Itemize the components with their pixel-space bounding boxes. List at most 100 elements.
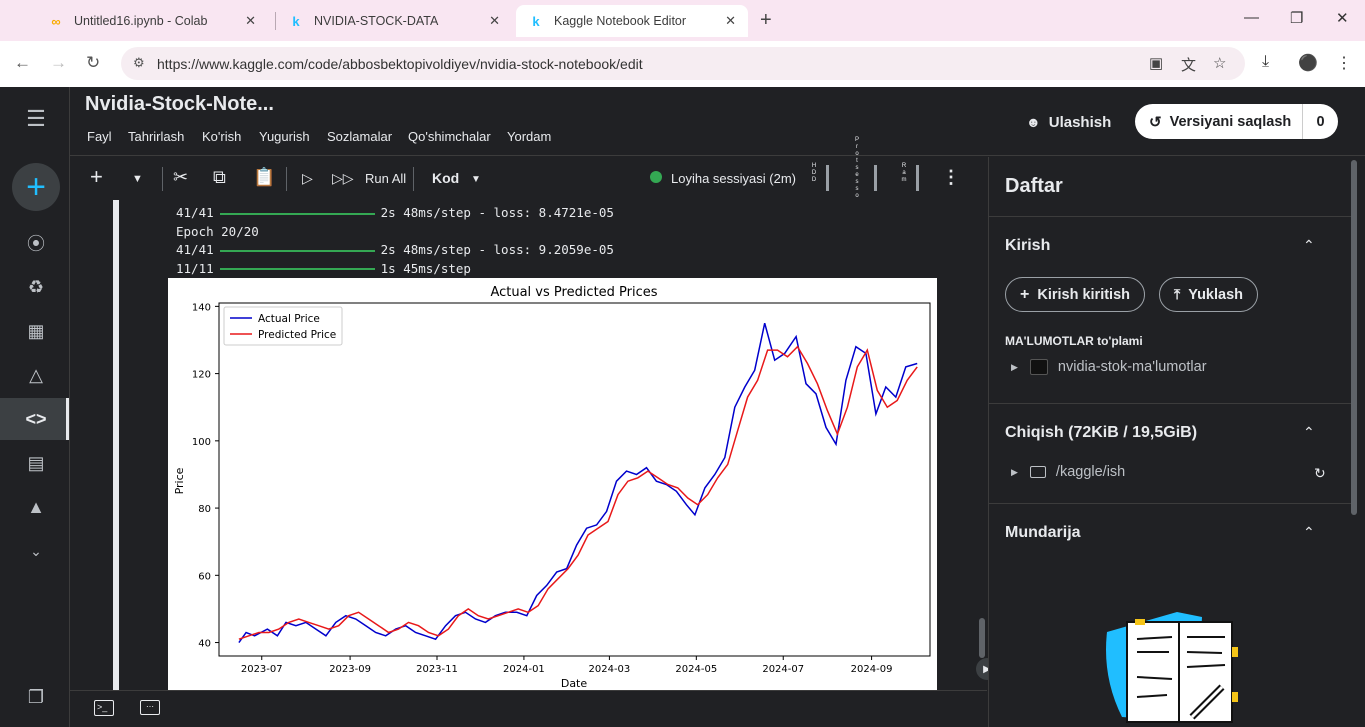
table-icon[interactable]: ▦: [24, 319, 48, 343]
chevron-down-icon[interactable]: ⌄: [24, 539, 48, 563]
output-section-title[interactable]: Chiqish (72KiB / 19,5GiB): [1005, 424, 1197, 442]
reload-icon[interactable]: ↻: [86, 53, 100, 73]
dataset-tree-item[interactable]: ▶ nvidia-stok-ma'lumotlar: [1011, 359, 1207, 375]
x-tick-label: 2023-09: [329, 664, 371, 675]
chevron-up-icon[interactable]: ⌃: [1303, 424, 1315, 441]
y-axis-label: Price: [173, 467, 186, 494]
add-input-button[interactable]: + Kirish kiritish: [1005, 277, 1146, 312]
profile-avatar[interactable]: ⚫: [1298, 53, 1318, 73]
ram-label: Ram: [901, 163, 907, 183]
nvidia-logo-icon: [1029, 359, 1048, 375]
install-app-icon[interactable]: ▣: [1149, 54, 1163, 72]
minimize-button[interactable]: —: [1244, 9, 1259, 26]
log-epoch: Epoch 20/20: [176, 223, 259, 239]
output-tree-item[interactable]: ▶ /kaggle/ish: [1011, 464, 1125, 480]
models-icon[interactable]: △: [24, 363, 48, 387]
toolbar-divider: [413, 167, 414, 191]
add-cell-icon[interactable]: +: [90, 164, 103, 190]
notebook-scrollbar[interactable]: [979, 618, 985, 658]
run-cell-icon[interactable]: ▷: [302, 170, 313, 187]
copy-icon[interactable]: ⧉: [213, 167, 226, 188]
maximize-button[interactable]: ❐: [1290, 9, 1303, 27]
back-icon[interactable]: ←: [14, 53, 31, 73]
share-label: Ulashish: [1048, 113, 1112, 131]
chevron-down-icon[interactable]: ▼: [132, 173, 143, 185]
menu-help[interactable]: Yordam: [507, 129, 551, 144]
cpu-meter: [874, 165, 877, 191]
close-window-button[interactable]: ✕: [1336, 9, 1349, 27]
caret-right-icon[interactable]: ▶: [1011, 362, 1018, 373]
chevron-down-icon[interactable]: ▼: [471, 174, 481, 185]
terminal-icon[interactable]: >_: [94, 700, 114, 716]
discussion-icon[interactable]: ▤: [24, 451, 48, 475]
x-tick-label: 2023-07: [241, 664, 283, 675]
translate-icon[interactable]: 文: [1181, 54, 1196, 75]
close-icon[interactable]: ✕: [725, 13, 736, 29]
log-line: 11/11 1s 45ms/step: [176, 260, 614, 279]
notebook-title[interactable]: Nvidia-Stock-Note...: [85, 93, 274, 116]
datasets-label: MA'LUMOTLAR to'plami: [1005, 334, 1143, 348]
learn-icon[interactable]: ▲: [24, 495, 48, 519]
input-section-title[interactable]: Kirish: [1005, 237, 1050, 255]
trophy-icon[interactable]: ♻: [24, 275, 48, 299]
x-tick-label: 2023-11: [416, 664, 458, 675]
caret-right-icon[interactable]: ▶: [1011, 467, 1018, 478]
menu-edit[interactable]: Tahrirlash: [128, 129, 184, 144]
browser-tab-nvidia-data[interactable]: k NVIDIA-STOCK-DATA ✕: [276, 5, 512, 37]
chevron-up-icon[interactable]: ⌃: [1303, 524, 1315, 541]
tab-title: Kaggle Notebook Editor: [554, 14, 687, 28]
run-all-icon[interactable]: ▷▷: [332, 170, 354, 187]
menu-settings[interactable]: Sozlamalar: [327, 129, 392, 144]
site-info-icon[interactable]: ⚙: [133, 55, 145, 71]
plot-frame: [218, 302, 931, 657]
forward-icon[interactable]: →: [50, 53, 67, 73]
close-icon[interactable]: ✕: [245, 13, 256, 29]
refresh-icon[interactable]: ↻: [1314, 465, 1326, 482]
plus-icon: +: [1020, 285, 1030, 303]
log-metrics: 2s 48ms/step - loss: 8.4721e-05: [380, 205, 614, 220]
panel-title: Daftar: [1005, 175, 1063, 197]
hamburger-menu-icon[interactable]: ☰: [24, 106, 48, 131]
version-count: 0: [1302, 104, 1338, 139]
notifications-icon[interactable]: ❐: [24, 685, 48, 709]
menu-file[interactable]: Fayl: [87, 129, 112, 144]
compass-icon[interactable]: ⦿: [24, 231, 48, 255]
log-step: 11/11: [176, 260, 214, 276]
code-icon[interactable]: <>: [24, 407, 48, 431]
x-tick-label: 2024-03: [589, 664, 631, 675]
menu-addons[interactable]: Qo'shimchalar: [408, 129, 491, 144]
paste-icon[interactable]: 📋: [253, 167, 275, 188]
x-tick-label: 2024-01: [503, 664, 545, 675]
cut-icon[interactable]: ✂: [173, 167, 188, 188]
address-bar-row: ← → ↻ ⚙ https://www.kaggle.com/code/abbo…: [0, 41, 1365, 87]
url-field[interactable]: ⚙ https://www.kaggle.com/code/abbosbekto…: [121, 47, 1245, 80]
session-status[interactable]: Loyiha sessiyasi (2m): [671, 171, 796, 186]
close-icon[interactable]: ✕: [489, 13, 500, 29]
upload-button[interactable]: ⤒ Yuklash: [1159, 277, 1259, 312]
save-version-button[interactable]: ↺ Versiyani saqlash 0: [1135, 104, 1338, 139]
panel-scrollbar[interactable]: [1351, 160, 1357, 515]
menu-run[interactable]: Yugurish: [259, 129, 310, 144]
bookmark-star-icon[interactable]: ☆: [1213, 54, 1226, 72]
output-folder-name: /kaggle/ish: [1055, 464, 1126, 480]
more-options-icon[interactable]: ⋮: [942, 167, 960, 188]
browser-tab-kaggle-editor[interactable]: k Kaggle Notebook Editor ✕: [516, 5, 748, 37]
download-icon[interactable]: ⤓: [1262, 53, 1269, 71]
cell-type-select[interactable]: Kod: [432, 170, 459, 186]
browser-menu-icon[interactable]: ⋮: [1336, 53, 1352, 73]
create-button[interactable]: +: [12, 163, 60, 211]
progress-bar: [219, 268, 375, 270]
log-line: Epoch 20/20: [176, 223, 614, 242]
toc-section-title[interactable]: Mundarija: [1005, 524, 1081, 542]
chart-title: Actual vs Predicted Prices: [490, 285, 657, 300]
share-button[interactable]: ☻ Ulashish: [1014, 105, 1123, 139]
menu-view[interactable]: Ko'rish: [202, 129, 241, 144]
chevron-up-icon[interactable]: ⌃: [1303, 237, 1315, 254]
notebook-toolbar: + ▼ ✂ ⧉ 📋 ▷ ▷▷ Run All Kod ▼ Loyiha sess…: [70, 137, 987, 206]
browser-tab-colab[interactable]: ∞ Untitled16.ipynb - Colab ✕: [36, 5, 268, 37]
keyboard-icon[interactable]: ⋯: [140, 700, 160, 715]
legend-label: Actual Price: [258, 313, 320, 325]
new-tab-button[interactable]: +: [760, 9, 772, 32]
run-all-button[interactable]: Run All: [365, 171, 406, 186]
log-metrics: 1s 45ms/step: [380, 260, 471, 276]
